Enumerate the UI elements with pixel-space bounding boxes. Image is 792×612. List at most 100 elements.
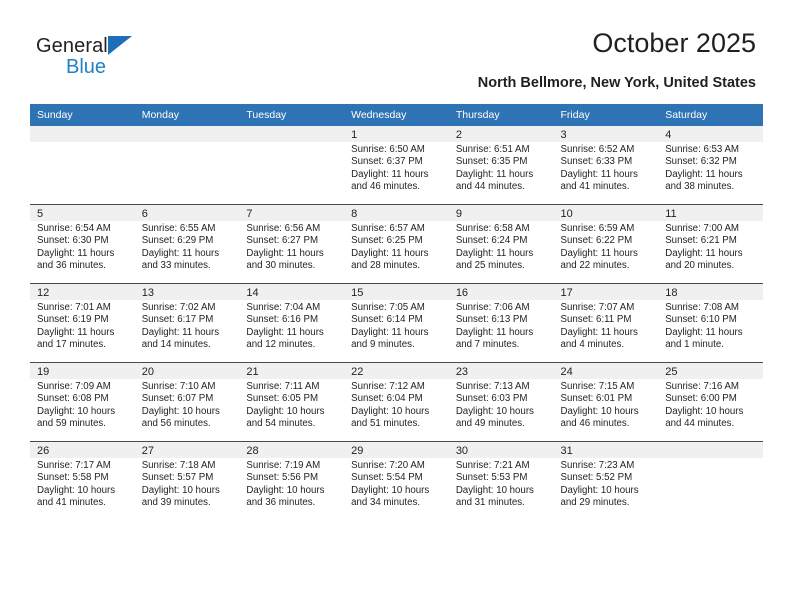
day-number: 28 bbox=[239, 442, 345, 458]
calendar-day-cell[interactable]: 7 Sunrise: 6:56 AM Sunset: 6:27 PM Daylight… bbox=[239, 204, 345, 284]
day-details: Sunrise: 7:00 AM Sunset: 6:21 PM Daylight:… bbox=[658, 221, 763, 272]
day-cell-content: 13 Sunrise: 7:02 AM Sunset: 6:17 PM Dayligh… bbox=[134, 284, 240, 362]
calendar-day-cell[interactable]: 6 Sunrise: 6:55 AM Sunset: 6:29 PM Daylight… bbox=[134, 204, 240, 284]
day-number: 16 bbox=[448, 284, 554, 300]
day-number: 4 bbox=[658, 126, 763, 142]
day-details: Sunrise: 6:54 AM Sunset: 6:30 PM Daylight:… bbox=[30, 221, 135, 272]
calendar-day-cell[interactable]: 16 Sunrise: 7:06 AM Sunset: 6:13 PM Dayligh… bbox=[448, 283, 554, 363]
daylight-text: Daylight: 11 hours and 22 minutes. bbox=[560, 247, 638, 271]
sunrise-text: Sunrise: 7:12 AM bbox=[351, 381, 425, 392]
calendar-day-cell[interactable]: 10 Sunrise: 6:59 AM Sunset: 6:22 PM Dayligh… bbox=[553, 204, 659, 284]
calendar-day-cell[interactable]: 26 Sunrise: 7:17 AM Sunset: 5:58 PM Dayligh… bbox=[30, 442, 135, 521]
day-details: Sunrise: 6:59 AM Sunset: 6:22 PM Daylight:… bbox=[554, 221, 659, 272]
daylight-text: Daylight: 10 hours and 51 minutes. bbox=[351, 405, 430, 429]
day-cell-content: 12 Sunrise: 7:01 AM Sunset: 6:19 PM Dayligh… bbox=[30, 284, 135, 362]
calendar-day-cell[interactable]: 18 Sunrise: 7:08 AM Sunset: 6:10 PM Dayligh… bbox=[658, 283, 763, 363]
calendar-day-cell[interactable]: 15 Sunrise: 7:05 AM Sunset: 6:14 PM Dayligh… bbox=[344, 283, 449, 363]
sunrise-text: Sunrise: 7:19 AM bbox=[246, 460, 321, 471]
daylight-text: Daylight: 10 hours and 54 minutes. bbox=[246, 405, 325, 429]
day-details: Sunrise: 7:19 AM Sunset: 5:56 PM Daylight:… bbox=[239, 458, 344, 509]
calendar-day-cell[interactable]: 28 Sunrise: 7:19 AM Sunset: 5:56 PM Dayligh… bbox=[239, 442, 345, 521]
calendar-day-cell[interactable]: 29 Sunrise: 7:20 AM Sunset: 5:54 PM Dayligh… bbox=[344, 442, 449, 521]
sunrise-text: Sunrise: 7:16 AM bbox=[665, 381, 739, 392]
calendar-day-cell[interactable]: 20 Sunrise: 7:10 AM Sunset: 6:07 PM Dayligh… bbox=[134, 362, 240, 442]
calendar-day-cell[interactable]: 2 Sunrise: 6:51 AM Sunset: 6:35 PM Daylight… bbox=[448, 126, 554, 205]
day-details: Sunrise: 7:04 AM Sunset: 6:16 PM Daylight:… bbox=[239, 300, 344, 351]
brand-name-general: General bbox=[36, 35, 108, 57]
sunset-text: Sunset: 5:54 PM bbox=[351, 472, 423, 484]
calendar-day-cell[interactable]: 8 Sunrise: 6:57 AM Sunset: 6:25 PM Daylight… bbox=[344, 204, 449, 284]
calendar-day-cell[interactable]: 3 Sunrise: 6:52 AM Sunset: 6:33 PM Daylight… bbox=[553, 126, 659, 205]
day-details: Sunrise: 7:10 AM Sunset: 6:07 PM Daylight:… bbox=[135, 379, 240, 430]
calendar-day-cell[interactable]: 13 Sunrise: 7:02 AM Sunset: 6:17 PM Dayligh… bbox=[134, 283, 240, 363]
day-cell-content: 25 Sunrise: 7:16 AM Sunset: 6:00 PM Dayligh… bbox=[658, 363, 763, 441]
day-number: 13 bbox=[134, 284, 240, 300]
daylight-text: Daylight: 10 hours and 41 minutes. bbox=[37, 484, 116, 508]
calendar-day-cell[interactable]: 12 Sunrise: 7:01 AM Sunset: 6:19 PM Dayligh… bbox=[30, 283, 135, 363]
sunrise-text: Sunrise: 7:11 AM bbox=[246, 381, 320, 392]
daylight-text: Daylight: 11 hours and 20 minutes. bbox=[665, 247, 743, 271]
page-subtitle: North Bellmore, New York, United States bbox=[477, 75, 756, 91]
calendar-day-cell[interactable]: 17 Sunrise: 7:07 AM Sunset: 6:11 PM Dayligh… bbox=[553, 283, 659, 363]
sunrise-text: Sunrise: 6:56 AM bbox=[246, 223, 321, 234]
calendar-day-cell[interactable]: 22 Sunrise: 7:12 AM Sunset: 6:04 PM Dayligh… bbox=[344, 362, 449, 442]
sunrise-text: Sunrise: 7:10 AM bbox=[141, 381, 216, 392]
day-cell-content: 8 Sunrise: 6:57 AM Sunset: 6:25 PM Daylight… bbox=[344, 205, 449, 283]
day-cell-content bbox=[30, 126, 135, 204]
calendar-day-cell[interactable]: 25 Sunrise: 7:16 AM Sunset: 6:00 PM Dayligh… bbox=[658, 362, 763, 442]
day-cell-content bbox=[134, 126, 240, 204]
calendar-day-cell[interactable]: 11 Sunrise: 7:00 AM Sunset: 6:21 PM Dayligh… bbox=[658, 204, 763, 284]
calendar-day-cell[interactable]: 5 Sunrise: 6:54 AM Sunset: 6:30 PM Daylight… bbox=[30, 204, 135, 284]
calendar-page: General Blue October 2025 North Bellmore… bbox=[0, 0, 792, 612]
daylight-text: Daylight: 11 hours and 17 minutes. bbox=[37, 326, 115, 350]
daylight-text: Daylight: 11 hours and 36 minutes. bbox=[37, 247, 115, 271]
day-number: 7 bbox=[239, 205, 345, 221]
brand-logo[interactable]: General Blue bbox=[36, 36, 132, 78]
daylight-text: Daylight: 11 hours and 28 minutes. bbox=[351, 247, 429, 271]
day-number bbox=[239, 126, 345, 142]
calendar-day-cell[interactable]: 31 Sunrise: 7:23 AM Sunset: 5:52 PM Dayligh… bbox=[553, 442, 659, 521]
sunset-text: Sunset: 6:13 PM bbox=[455, 314, 528, 326]
calendar-day-cell[interactable]: 27 Sunrise: 7:18 AM Sunset: 5:57 PM Dayligh… bbox=[134, 442, 240, 521]
sunset-text: Sunset: 6:14 PM bbox=[351, 314, 423, 326]
sunrise-text: Sunrise: 7:18 AM bbox=[141, 460, 216, 471]
day-cell-content bbox=[239, 126, 345, 204]
calendar-day-cell[interactable]: 19 Sunrise: 7:09 AM Sunset: 6:08 PM Dayligh… bbox=[30, 362, 135, 442]
sunrise-text: Sunrise: 7:17 AM bbox=[37, 460, 111, 471]
day-number: 19 bbox=[30, 363, 135, 379]
daylight-text: Daylight: 11 hours and 41 minutes. bbox=[560, 168, 638, 192]
day-number: 31 bbox=[553, 442, 659, 458]
calendar-day-cell[interactable]: 9 Sunrise: 6:58 AM Sunset: 6:24 PM Daylight… bbox=[448, 204, 554, 284]
calendar-day-cell[interactable]: 21 Sunrise: 7:11 AM Sunset: 6:05 PM Dayligh… bbox=[239, 362, 345, 442]
sunset-text: Sunset: 6:00 PM bbox=[665, 393, 737, 405]
sunrise-text: Sunrise: 6:52 AM bbox=[560, 144, 635, 155]
day-details: Sunrise: 7:18 AM Sunset: 5:57 PM Daylight:… bbox=[135, 458, 240, 509]
calendar-day-cell[interactable]: 14 Sunrise: 7:04 AM Sunset: 6:16 PM Dayligh… bbox=[239, 283, 345, 363]
daylight-text: Daylight: 10 hours and 36 minutes. bbox=[246, 484, 325, 508]
day-number: 14 bbox=[239, 284, 345, 300]
sunset-text: Sunset: 6:04 PM bbox=[351, 393, 423, 405]
daylight-text: Daylight: 10 hours and 29 minutes. bbox=[560, 484, 639, 508]
calendar-day-cell[interactable]: 23 Sunrise: 7:13 AM Sunset: 6:03 PM Dayligh… bbox=[448, 362, 554, 442]
daylight-text: Daylight: 11 hours and 4 minutes. bbox=[560, 326, 638, 350]
calendar-day-cell[interactable]: 4 Sunrise: 6:53 AM Sunset: 6:32 PM Daylight… bbox=[658, 126, 763, 205]
calendar-day-cell[interactable]: 24 Sunrise: 7:15 AM Sunset: 6:01 PM Dayligh… bbox=[553, 362, 659, 442]
day-number: 29 bbox=[344, 442, 449, 458]
day-details: Sunrise: 6:58 AM Sunset: 6:24 PM Daylight:… bbox=[449, 221, 554, 272]
sunrise-text: Sunrise: 6:51 AM bbox=[455, 144, 530, 155]
day-details: Sunrise: 6:52 AM Sunset: 6:33 PM Daylight:… bbox=[554, 142, 659, 193]
sunrise-text: Sunrise: 7:05 AM bbox=[351, 302, 425, 313]
daylight-text: Daylight: 10 hours and 59 minutes. bbox=[37, 405, 116, 429]
day-number: 2 bbox=[448, 126, 554, 142]
day-number: 12 bbox=[30, 284, 135, 300]
calendar-day-cell[interactable]: 1 Sunrise: 6:50 AM Sunset: 6:37 PM Daylight… bbox=[344, 126, 449, 205]
day-number: 25 bbox=[658, 363, 763, 379]
sunset-text: Sunset: 6:33 PM bbox=[560, 156, 633, 168]
calendar-day-cell bbox=[134, 126, 240, 205]
calendar-day-cell bbox=[658, 442, 763, 521]
sunrise-text: Sunrise: 7:06 AM bbox=[455, 302, 530, 313]
calendar-day-cell[interactable]: 30 Sunrise: 7:21 AM Sunset: 5:53 PM Dayligh… bbox=[448, 442, 554, 521]
sunset-text: Sunset: 5:57 PM bbox=[141, 472, 214, 484]
day-number: 30 bbox=[448, 442, 554, 458]
day-cell-content: 1 Sunrise: 6:50 AM Sunset: 6:37 PM Daylight… bbox=[344, 126, 449, 204]
